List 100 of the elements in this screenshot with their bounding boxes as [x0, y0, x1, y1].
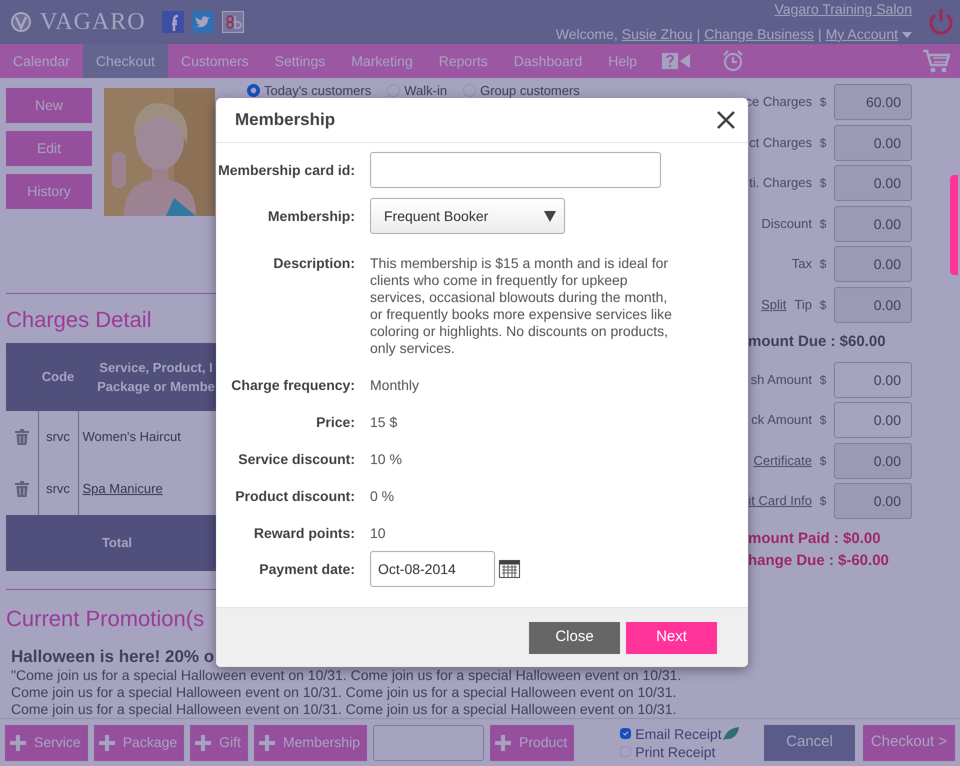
field-label: Payment date: — [258, 560, 356, 579]
calendar-icon[interactable] — [499, 560, 520, 578]
plus-icon — [195, 734, 212, 750]
separator: | — [818, 25, 822, 44]
add-button[interactable]: Product — [490, 724, 574, 760]
amount-field[interactable]: 0.00 — [834, 286, 912, 322]
plus-icon — [98, 734, 115, 750]
separator: | — [696, 25, 700, 44]
field-label: Product discount: — [234, 488, 356, 505]
trash-icon[interactable] — [14, 429, 29, 445]
checkbox[interactable] — [620, 728, 632, 739]
table-cell: Women's Haircut — [82, 429, 181, 444]
currency-sign: $ — [818, 372, 828, 388]
search-field[interactable] — [372, 724, 484, 760]
leaf-icon — [722, 726, 740, 742]
blog-icon[interactable] — [222, 11, 244, 33]
customer-button[interactable]: History — [6, 174, 92, 209]
nav-tab[interactable]: Calendar — [0, 44, 83, 78]
close-icon[interactable] — [716, 110, 736, 130]
dropdown-arrow-icon — [544, 210, 556, 222]
amount-field[interactable]: 0.00 — [834, 206, 912, 242]
item-link[interactable]: Spa Manicure — [82, 481, 163, 496]
nav-tab[interactable]: Help — [595, 44, 650, 78]
payment-link[interactable]: Certificate — [753, 450, 812, 470]
welcome-text: Welcome, — [556, 25, 618, 44]
promotion-text: Come join us for a special Halloween event on 10/31. Come join us for a special Halloween event on 10/31. — [10, 684, 678, 701]
amount-field[interactable]: 60.00 — [834, 84, 912, 120]
account-link[interactable]: My Account — [826, 24, 898, 45]
field-value: 15 $ — [370, 414, 398, 431]
checkbox-label[interactable]: Email Receipt — [635, 724, 722, 742]
amount-field[interactable]: 0.00 — [834, 246, 912, 282]
nav-tab[interactable]: Marketing — [338, 44, 426, 78]
alarm-clock-icon[interactable] — [722, 50, 744, 72]
field-label: Description: — [272, 255, 356, 273]
currency-sign: $ — [818, 296, 828, 314]
plus-icon — [258, 734, 275, 750]
card-id-field[interactable] — [370, 152, 661, 188]
change-due: hange Due : $-60.00 — [747, 551, 890, 571]
close-button[interactable]: Close — [529, 622, 620, 654]
field-value: 10 — [370, 525, 387, 542]
amount-field[interactable]: 0.00 — [834, 483, 912, 519]
checkout-button[interactable]: Checkout > — [863, 724, 955, 760]
amount-label: sh Amount — [750, 370, 812, 389]
membership-select[interactable]: Frequent Booker — [370, 198, 565, 234]
amount-label: Tax — [792, 255, 812, 274]
caret-icon[interactable] — [902, 32, 912, 38]
nav-tab[interactable]: Checkout — [82, 44, 168, 78]
cart-icon[interactable] — [922, 49, 950, 73]
plus-icon — [10, 734, 26, 750]
amount-field[interactable]: 0.00 — [834, 402, 912, 438]
table-cell: srvc — [38, 411, 78, 463]
next-button[interactable]: Next — [626, 622, 717, 654]
column-header: Code — [38, 343, 78, 411]
customer-button[interactable]: Edit — [6, 131, 92, 166]
field-label: Charge frequency: — [230, 377, 356, 394]
user-link[interactable]: Susie Zhou — [622, 24, 693, 45]
cancel-button[interactable]: Cancel — [764, 724, 855, 760]
nav-tab[interactable]: Dashboard — [500, 44, 596, 78]
amount-label: Discount — [761, 214, 812, 233]
amount-paid: mount Paid : $0.00 — [747, 528, 882, 548]
promotion-headline: Halloween is here! 20% o — [10, 647, 216, 667]
date-field[interactable]: Oct-08-2014 — [370, 551, 495, 587]
facebook-icon[interactable] — [162, 11, 184, 33]
field-label: Reward points: — [252, 525, 356, 542]
add-button[interactable]: Package — [94, 724, 184, 760]
field-value: Monthly — [370, 377, 420, 394]
radio-label[interactable]: Today's customers — [264, 81, 372, 100]
amount-field[interactable]: 0.00 — [834, 442, 912, 478]
radio-button[interactable] — [247, 84, 260, 98]
twitter-icon[interactable] — [192, 11, 214, 33]
checkbox-label[interactable]: Print Receipt — [635, 742, 716, 760]
amount-label: ck Amount — [751, 411, 812, 430]
split-link[interactable]: Split — [761, 294, 786, 314]
field-value: 0 % — [370, 488, 396, 505]
radio-label[interactable]: Walk-in — [404, 81, 448, 100]
amount-field[interactable]: 0.00 — [834, 362, 912, 398]
add-button[interactable]: Gift — [190, 724, 248, 760]
section-title: Current Promotion(s — [6, 605, 204, 633]
field-label: Service discount: — [237, 451, 356, 468]
video-help-icon[interactable] — [662, 51, 692, 71]
salon-link[interactable]: Vagaro Training Salon — [774, 0, 912, 20]
logo-text: VAGARO — [40, 8, 146, 37]
radio-label[interactable]: Group customers — [480, 81, 580, 100]
plus-icon — [494, 734, 511, 750]
amount-field[interactable]: 0.00 — [834, 165, 912, 201]
customer-button[interactable]: New — [6, 88, 92, 123]
amount-field[interactable]: 0.00 — [834, 124, 912, 160]
nav-tab[interactable]: Customers — [168, 44, 262, 78]
field-label: Membership: — [266, 206, 356, 226]
change-business-link[interactable]: Change Business — [704, 24, 814, 45]
trash-icon[interactable] — [14, 481, 29, 497]
add-button[interactable]: Membership — [254, 724, 367, 760]
nav-tab[interactable]: Settings — [262, 44, 338, 78]
amount-label: ti. Charges — [749, 174, 812, 192]
amount-due: mount Due : $60.00 — [747, 332, 887, 352]
currency-sign: $ — [818, 493, 828, 510]
add-button[interactable]: Service — [5, 724, 88, 760]
currency-sign: $ — [818, 452, 828, 470]
nav-tab[interactable]: Reports — [426, 44, 501, 78]
payment-link[interactable]: it Card Info — [748, 491, 812, 511]
